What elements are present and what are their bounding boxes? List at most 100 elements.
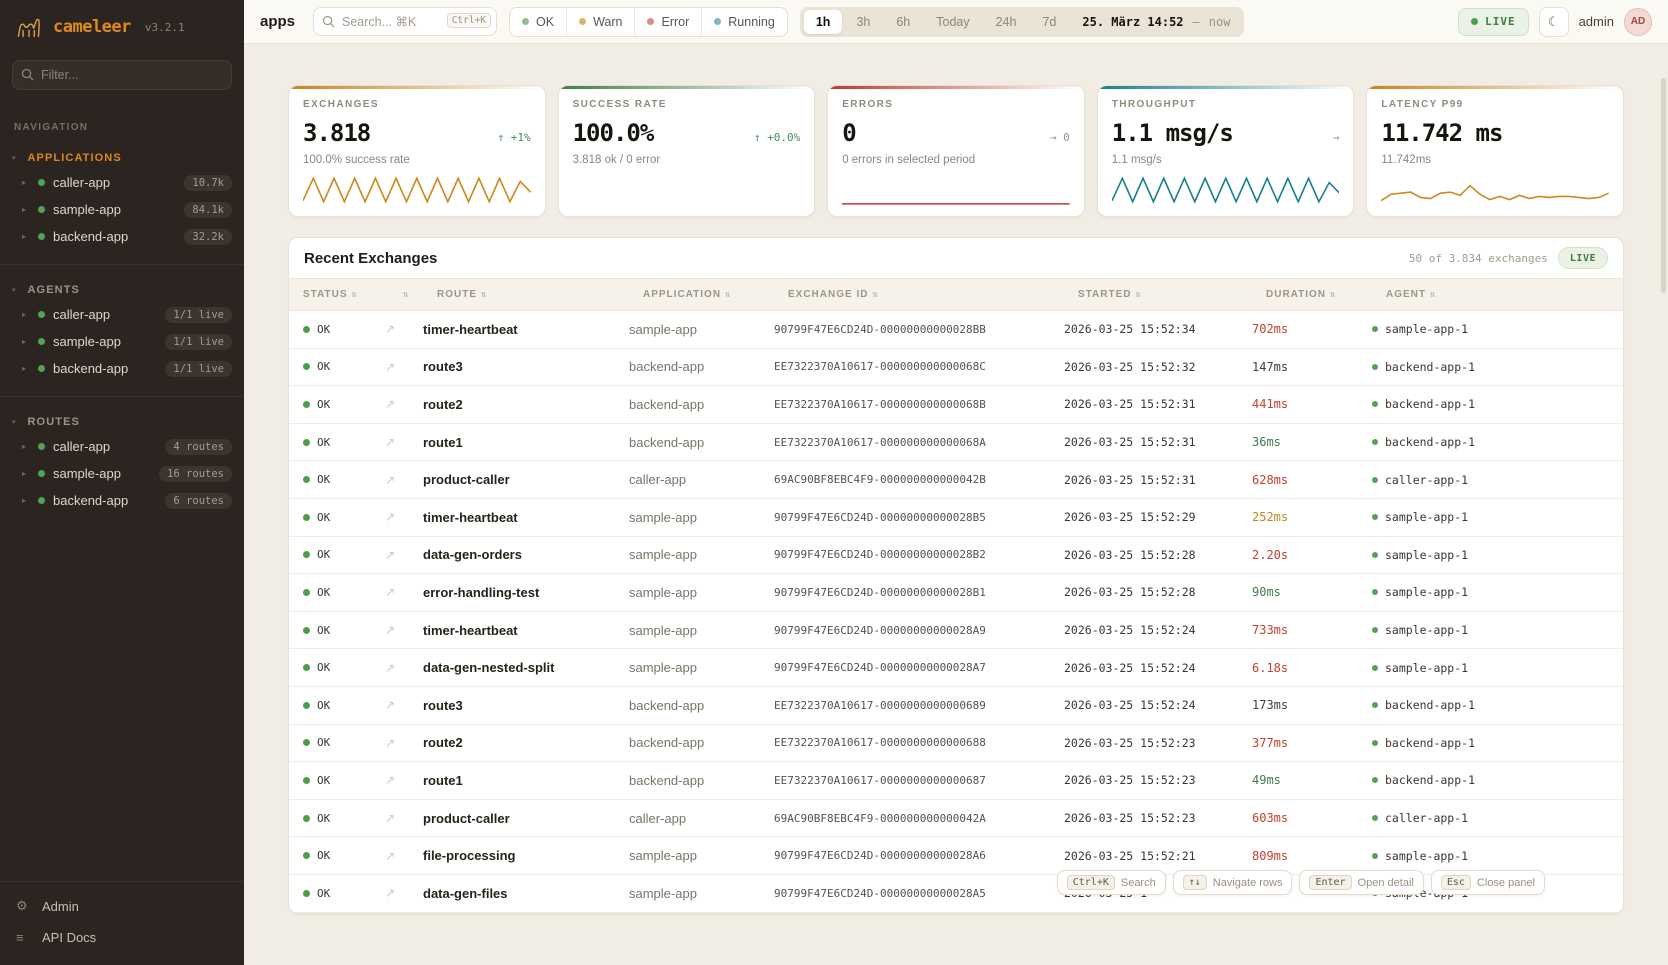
trend-link-icon[interactable]: ↗ [385,623,423,637]
sidebar-item-application[interactable]: ▸ sample-app 84.1k [0,196,244,223]
table-row[interactable]: OK ↗ route1 backend-app EE7322370A10617-… [289,424,1623,462]
time-range-button[interactable]: 7d [1030,10,1068,34]
trend-link-icon[interactable]: ↗ [385,811,423,825]
sidebar-item-application[interactable]: ▸ caller-app 10.7k [0,169,244,196]
column-header[interactable]: ROUTE ⇅ [423,289,629,300]
sidebar-item-route[interactable]: ▸ caller-app 4 routes [0,433,244,460]
column-header[interactable]: DURATION ⇅ [1252,289,1372,300]
live-badge[interactable]: LIVE [1458,8,1529,36]
duration-cell: 2.20s [1252,548,1372,562]
trend-link-icon[interactable]: ↗ [385,585,423,599]
dark-mode-toggle[interactable]: ☾ [1539,7,1569,37]
avatar[interactable]: AD [1624,8,1652,36]
status-filter-chip[interactable]: Running [701,8,787,36]
table-row[interactable]: OK ↗ data-gen-orders sample-app 90799F47… [289,537,1623,575]
time-range-button[interactable]: 24h [984,10,1029,34]
status-label: OK [317,360,330,373]
table-row[interactable]: OK ↗ route2 backend-app EE7322370A10617-… [289,386,1623,424]
scrollbar-thumb[interactable] [1661,78,1666,293]
user-name[interactable]: admin [1579,14,1614,29]
status-filter-chip[interactable]: OK [510,8,566,36]
status-cell: OK [289,511,385,524]
column-header[interactable]: APPLICATION ⇅ [629,289,774,300]
section-header-applications[interactable]: ▾ APPLICATIONS [0,149,244,169]
kpi-sparkline [842,174,1070,206]
time-range-button[interactable]: 6h [884,10,922,34]
table-row[interactable]: OK ↗ route1 backend-app EE7322370A10617-… [289,762,1623,800]
table-row[interactable]: OK ↗ route3 backend-app EE7322370A10617-… [289,687,1623,725]
time-range-button[interactable]: 1h [804,10,843,34]
kpi-value: 1.1 msg/s [1112,119,1233,147]
sidebar-item-agent[interactable]: ▸ sample-app 1/1 live [0,328,244,355]
trend-link-icon[interactable]: ↗ [385,548,423,562]
trend-link-icon[interactable]: ↗ [385,661,423,675]
duration-cell: 147ms [1252,360,1372,374]
trend-link-icon[interactable]: ↗ [385,698,423,712]
started-cell: 2026-03-25 15:52:21 [1064,849,1252,863]
table-row[interactable]: OK ↗ timer-heartbeat sample-app 90799F47… [289,311,1623,349]
table-row[interactable]: OK ↗ timer-heartbeat sample-app 90799F47… [289,612,1623,650]
status-label: OK [317,887,330,900]
kpi-sparkline [1381,174,1609,206]
column-header-label: STARTED [1078,289,1131,300]
ok-status-dot [303,401,310,408]
time-range-button[interactable]: Today [924,10,981,34]
agent-status-dot [1372,627,1378,633]
app-logo[interactable]: cameleer v3.2.1 [0,0,244,50]
status-filter-chip[interactable]: Error [634,8,701,36]
column-header[interactable]: STARTED ⇅ [1064,289,1252,300]
table-row[interactable]: OK ↗ product-caller caller-app 69AC90BF8… [289,800,1623,838]
column-header-label: AGENT [1386,289,1426,300]
trend-link-icon[interactable]: ↗ [385,397,423,411]
status-label: OK [317,586,330,599]
sidebar-footer-item[interactable]: ⚙ Admin [0,890,244,922]
application-cell: backend-app [629,735,774,750]
time-range-button[interactable]: 3h [844,10,882,34]
column-header[interactable]: AGENT ⇅ [1372,289,1623,300]
agent-status-dot [1372,702,1378,708]
sidebar-footer-item[interactable]: ≡ API Docs [0,922,244,953]
section-header-routes[interactable]: ▾ ROUTES [0,413,244,433]
trend-link-icon[interactable]: ↗ [385,510,423,524]
table-row[interactable]: OK ↗ data-gen-nested-split sample-app 90… [289,649,1623,687]
sidebar-item-agent[interactable]: ▸ backend-app 1/1 live [0,355,244,382]
table-row[interactable]: OK ↗ route3 backend-app EE7322370A10617-… [289,349,1623,387]
status-label: OK [317,699,330,712]
shortcut-hint: Enter Open detail [1299,870,1423,895]
sidebar-item-route[interactable]: ▸ backend-app 6 routes [0,487,244,514]
column-header[interactable]: STATUS ⇅ [289,289,385,300]
ok-status-dot [303,890,310,897]
table-row[interactable]: OK ↗ route2 backend-app EE7322370A10617-… [289,725,1623,763]
routes-count-badge: 4 routes [165,439,232,455]
trend-link-icon[interactable]: ↗ [385,435,423,449]
sidebar-item-route[interactable]: ▸ sample-app 16 routes [0,460,244,487]
sidebar-item-label: caller-app [53,307,110,322]
trend-link-icon[interactable]: ↗ [385,849,423,863]
column-header[interactable]: EXCHANGE ID ⇅ [774,289,1064,300]
table-row[interactable]: OK ↗ product-caller caller-app 69AC90BF8… [289,461,1623,499]
trend-link-icon[interactable]: ↗ [385,886,423,900]
agent-cell: backend-app-1 [1372,435,1623,449]
section-header-agents[interactable]: ▾ AGENTS [0,281,244,301]
trend-link-icon[interactable]: ↗ [385,473,423,487]
exchange-id-cell: 90799F47E6CD24D-00000000000028A9 [774,624,1064,637]
table-row[interactable]: OK ↗ timer-heartbeat sample-app 90799F47… [289,499,1623,537]
status-color-dot [647,18,654,25]
trend-link-icon[interactable]: ↗ [385,773,423,787]
trend-link-icon[interactable]: ↗ [385,322,423,336]
trend-link-icon[interactable]: ↗ [385,736,423,750]
sidebar-item-agent[interactable]: ▸ caller-app 1/1 live [0,301,244,328]
agent-label: sample-app-1 [1385,548,1468,562]
search-icon [322,15,335,28]
sidebar-filter-input[interactable] [12,60,232,90]
trend-link-icon[interactable]: ↗ [385,360,423,374]
shortcut-label: Open detail [1358,877,1414,889]
status-filter-chip[interactable]: Warn [566,8,634,36]
column-header[interactable]: ⇅ [385,290,423,300]
table-row[interactable]: OK ↗ error-handling-test sample-app 9079… [289,574,1623,612]
date-range-display[interactable]: 25. März 14:52 — now [1082,15,1230,29]
route-cell: file-processing [423,848,629,863]
sidebar-item-application[interactable]: ▸ backend-app 32.2k [0,223,244,250]
live-dot [1471,18,1478,25]
exchange-id-cell: EE7322370A10617-0000000000000688 [774,736,1064,749]
